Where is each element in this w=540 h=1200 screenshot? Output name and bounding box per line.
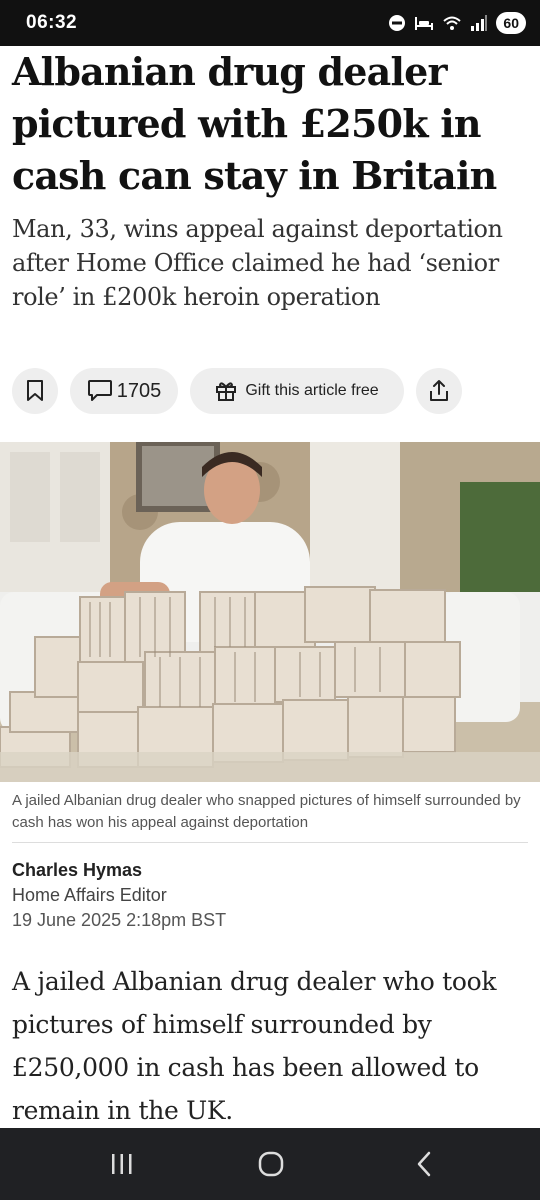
- share-icon: [430, 380, 448, 401]
- home-button[interactable]: [249, 1146, 293, 1182]
- home-icon: [258, 1151, 284, 1177]
- gift-label: Gift this article free: [245, 382, 379, 399]
- navigation-bar: [0, 1128, 540, 1200]
- cash-photo: [0, 442, 540, 782]
- wifi-icon: [443, 16, 462, 30]
- status-icons: 60: [388, 10, 526, 36]
- recent-apps-button[interactable]: [100, 1146, 144, 1182]
- do-not-disturb-icon: [389, 15, 406, 31]
- share-button[interactable]: [416, 368, 462, 414]
- signal-icon: [471, 15, 488, 31]
- gift-icon: [216, 382, 237, 401]
- bookmark-button[interactable]: [12, 368, 58, 414]
- status-bar: 06:32 60: [0, 0, 540, 46]
- standfirst: Man, 33, wins appeal against deportation…: [12, 215, 503, 311]
- publish-date: 19 June 2025 2:18pm BST: [12, 910, 227, 930]
- article-hero-image[interactable]: [0, 442, 540, 782]
- back-button[interactable]: [402, 1146, 446, 1182]
- article-actions: 1705 Gift this article free: [12, 368, 462, 414]
- sleep-icon: [415, 17, 434, 30]
- caption-divider: [12, 842, 528, 843]
- recent-apps-icon: [112, 1154, 132, 1174]
- image-caption: A jailed Albanian drug dealer who snappe…: [12, 792, 521, 831]
- author-name[interactable]: Charles Hymas: [12, 860, 142, 881]
- comments-button[interactable]: 1705: [70, 368, 178, 414]
- article-body-paragraph: A jailed Albanian drug dealer who took p…: [12, 967, 497, 1125]
- back-icon: [417, 1151, 431, 1177]
- status-time: 06:32: [26, 12, 78, 33]
- author-role: Home Affairs Editor: [12, 885, 167, 905]
- bookmark-icon: [27, 380, 43, 401]
- battery-icon: 60: [496, 12, 526, 34]
- headline: Albanian drug dealer pictured with £250k…: [12, 49, 497, 198]
- comment-icon: [87, 380, 112, 401]
- gift-article-button[interactable]: Gift this article free: [190, 368, 404, 414]
- comment-count: 1705: [116, 379, 162, 402]
